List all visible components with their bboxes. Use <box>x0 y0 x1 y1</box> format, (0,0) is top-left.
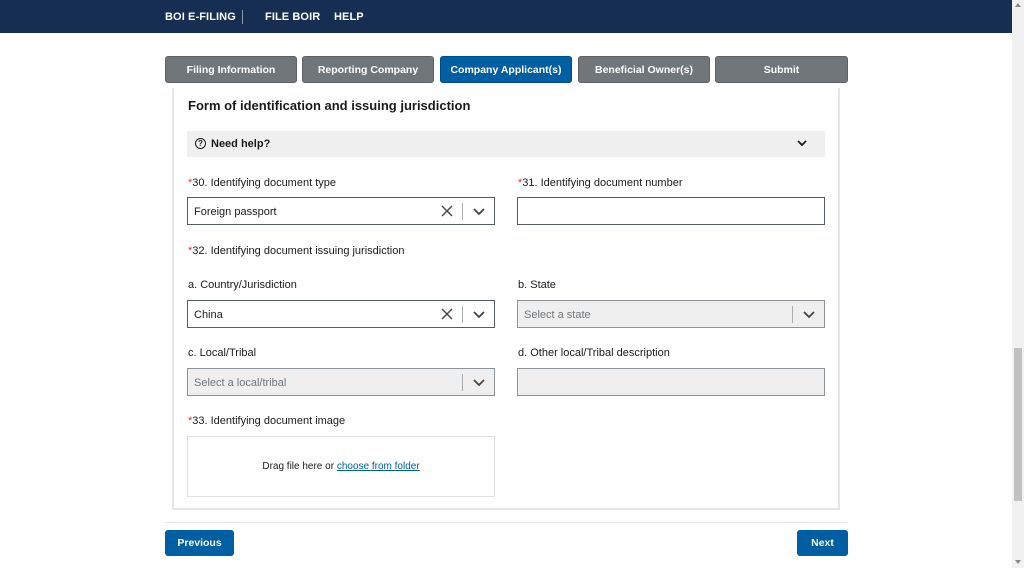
top-nav-bar: BOI E-FILING FILE BOIR HELP <box>0 0 1012 33</box>
section-title: Form of identification and issuing juris… <box>188 98 471 113</box>
state-select[interactable]: Select a state <box>517 300 825 328</box>
previous-button[interactable]: Previous <box>165 530 234 556</box>
help-link[interactable]: HELP <box>334 11 364 23</box>
chevron-down-icon[interactable] <box>802 309 816 321</box>
chevron-down-icon[interactable] <box>472 309 486 321</box>
step-company-applicants[interactable]: Company Applicant(s) <box>440 56 572 83</box>
country-label: a. Country/Jurisdiction <box>188 279 297 291</box>
country-select[interactable]: China <box>187 300 495 328</box>
step-label: Beneficial Owner(s) <box>594 63 694 76</box>
select-divider <box>462 203 463 220</box>
brand-link[interactable]: BOI E-FILING <box>165 11 236 23</box>
scroll-up-arrow-icon[interactable] <box>1015 3 1021 7</box>
file-dropzone[interactable]: Drag file here or choose from folder <box>187 436 495 497</box>
jurisdiction-label-text: 32. Identifying document issuing jurisdi… <box>192 245 405 257</box>
dropzone-text: Drag file here or choose from folder <box>188 461 494 472</box>
chevron-down-icon <box>797 140 807 147</box>
state-label: b. State <box>518 279 556 291</box>
scroll-down-arrow-icon[interactable] <box>1015 560 1021 564</box>
step-label: Reporting Company <box>317 63 419 76</box>
step-label: Company Applicant(s) <box>450 63 562 76</box>
other-local-input[interactable] <box>517 368 825 396</box>
step-filing-information[interactable]: Filing Information <box>165 56 297 83</box>
local-tribal-select[interactable]: Select a local/tribal <box>187 368 495 396</box>
state-placeholder: Select a state <box>524 309 591 321</box>
choose-from-folder-link[interactable]: choose from folder <box>337 461 420 472</box>
file-boir-link[interactable]: FILE BOIR <box>265 11 320 23</box>
doc-number-label: *31. Identifying document number <box>518 177 683 189</box>
drop-instruction: Drag file here or <box>262 461 337 472</box>
chevron-down-icon[interactable] <box>472 206 486 218</box>
doc-type-label: *30. Identifying document type <box>188 177 336 189</box>
doc-number-label-text: 31. Identifying document number <box>522 177 683 189</box>
need-help-accordion[interactable]: ? Need help? <box>187 131 825 157</box>
select-divider <box>462 374 463 391</box>
page-scrollbar[interactable] <box>1012 0 1024 568</box>
doc-image-label-text: 33. Identifying document image <box>192 415 346 427</box>
doc-type-value: Foreign passport <box>194 206 277 218</box>
clear-icon[interactable] <box>441 308 453 320</box>
next-button[interactable]: Next <box>797 530 848 556</box>
other-local-label: d. Other local/Tribal description <box>518 347 670 359</box>
need-help-label: Need help? <box>211 138 271 150</box>
chevron-down-icon[interactable] <box>472 377 486 389</box>
doc-type-select[interactable]: Foreign passport <box>187 197 495 225</box>
doc-type-label-text: 30. Identifying document type <box>192 177 336 189</box>
doc-image-label: *33. Identifying document image <box>188 415 345 427</box>
step-submit[interactable]: Submit <box>715 56 848 83</box>
select-divider <box>462 306 463 323</box>
local-label: c. Local/Tribal <box>188 347 257 359</box>
footer-divider <box>165 522 848 523</box>
jurisdiction-label: *32. Identifying document issuing jurisd… <box>188 245 404 257</box>
clear-icon[interactable] <box>441 205 453 217</box>
country-value: China <box>194 309 223 321</box>
question-circle-icon: ? <box>195 138 206 149</box>
nav-divider <box>242 10 243 24</box>
scrollbar-thumb[interactable] <box>1014 348 1022 501</box>
select-divider <box>792 306 793 323</box>
doc-number-input[interactable] <box>517 197 825 225</box>
step-reporting-company[interactable]: Reporting Company <box>302 56 434 83</box>
local-placeholder: Select a local/tribal <box>194 377 287 389</box>
step-label: Filing Information <box>186 63 276 76</box>
step-label: Submit <box>763 63 800 76</box>
step-beneficial-owners[interactable]: Beneficial Owner(s) <box>578 56 710 83</box>
